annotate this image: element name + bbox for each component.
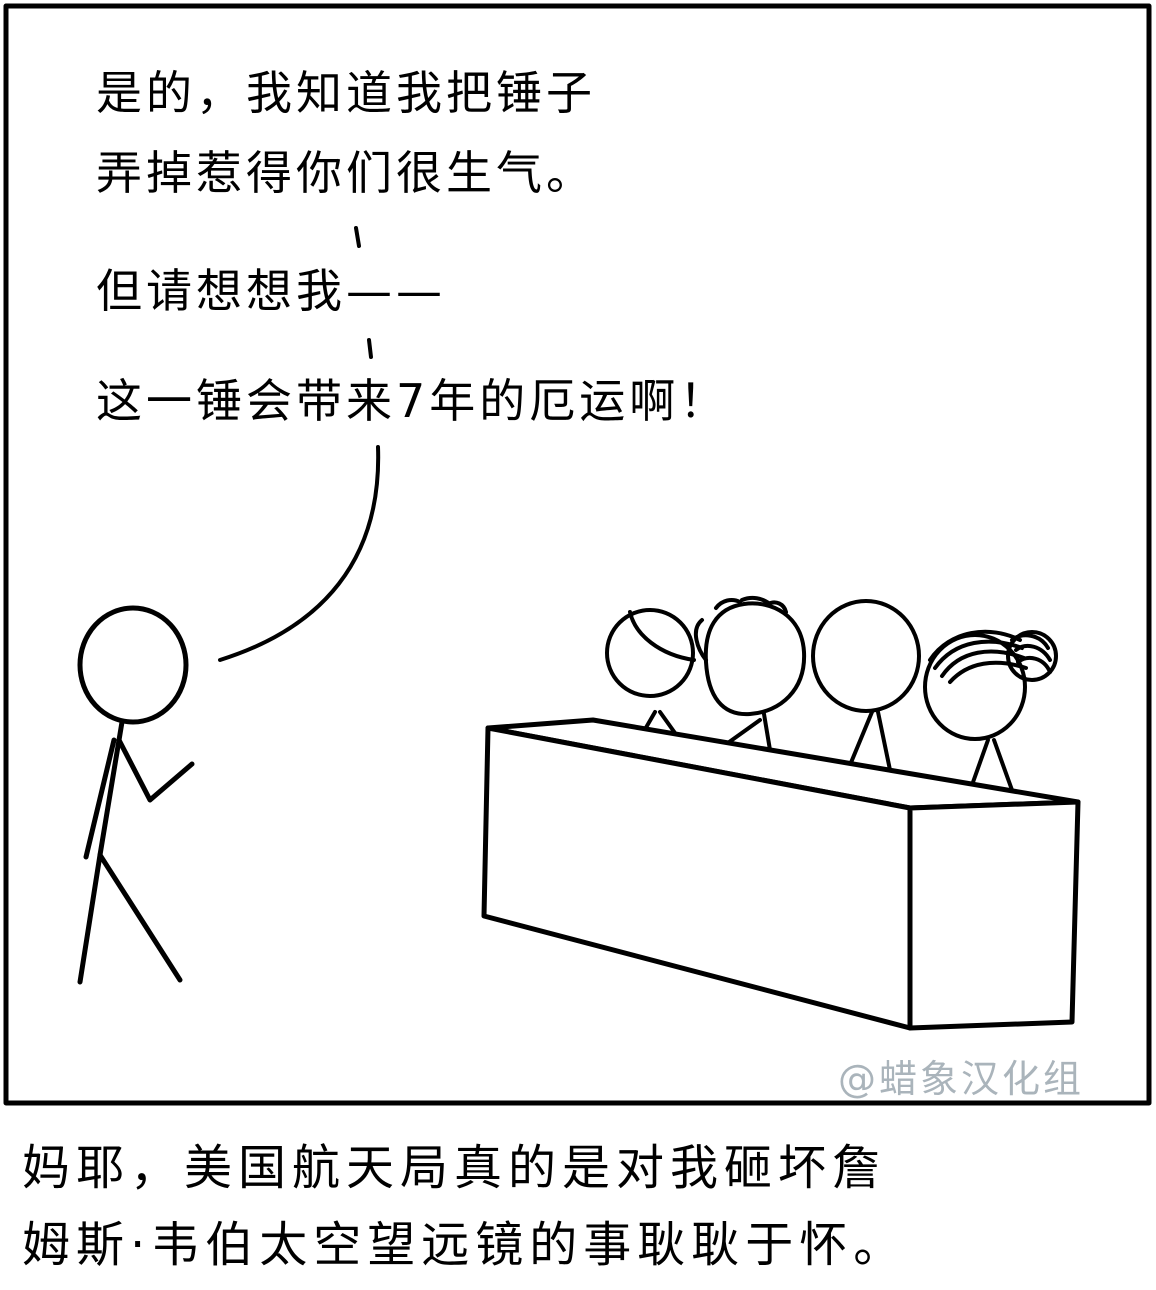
speech-line-3: 但请想想我—— <box>96 264 446 318</box>
judge-figure-3 <box>811 599 921 772</box>
speech-line-2: 弄掉惹得你们很生气。 <box>96 146 596 200</box>
stick-figure-speaker <box>77 605 195 985</box>
caption-line-2: 姆斯·韦伯太空望远镜的事耿耿于怀。 <box>22 1217 908 1273</box>
speech-line-4: 这一锤会带来7年的厄运啊！ <box>96 374 730 428</box>
speech-line-1: 是的，我知道我把锤子 <box>96 66 596 120</box>
judge-figure-1 <box>605 608 696 742</box>
judges-table <box>481 717 1081 1031</box>
judge-figure-2 <box>693 595 807 762</box>
watermark: @蜡象汉化组 <box>838 1057 1085 1101</box>
caption-line-1: 妈耶，美国航天局真的是对我砸坏詹 <box>22 1140 887 1196</box>
judge-figure-4 <box>923 629 1058 792</box>
